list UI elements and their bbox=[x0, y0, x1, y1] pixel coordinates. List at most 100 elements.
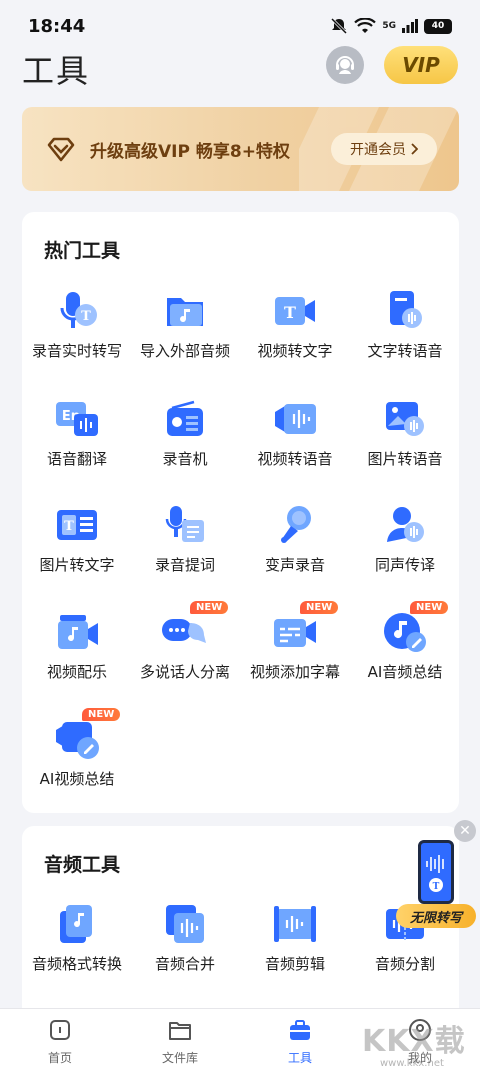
tool-teleprompter[interactable]: 录音提词 bbox=[130, 502, 240, 575]
speaker-separation-icon bbox=[162, 619, 206, 643]
format-convert-icon bbox=[60, 905, 92, 943]
wifi-icon bbox=[354, 18, 377, 33]
vip-banner-text: 升级高级VIP 畅享8+特权 bbox=[90, 142, 290, 162]
svg-text:T: T bbox=[81, 309, 91, 324]
tab-files[interactable]: 文件库 bbox=[140, 1017, 220, 1066]
mute-icon bbox=[331, 17, 348, 35]
tool-label: 同声传译 bbox=[374, 556, 435, 574]
transcribe-icon: T bbox=[426, 855, 444, 892]
profile-icon bbox=[409, 1019, 431, 1041]
open-membership-button[interactable]: 开通会员 bbox=[331, 133, 437, 165]
signal-icon bbox=[402, 19, 418, 33]
tool-label: 视频转语音 bbox=[257, 450, 333, 468]
folder-icon bbox=[169, 1022, 191, 1040]
tool-ai-video-summary[interactable]: NEW AI视频总结 bbox=[22, 708, 132, 789]
tool-interpretation[interactable]: 同声传译 bbox=[350, 502, 460, 575]
tool-label: 音频格式转换 bbox=[31, 955, 122, 973]
new-badge: NEW bbox=[190, 601, 229, 614]
tool-import-audio[interactable]: 导入外部音频 bbox=[130, 288, 240, 361]
phone-illustration: T bbox=[418, 840, 454, 904]
tool-label: 多说话人分离 bbox=[139, 663, 230, 681]
tool-label: 音频剪辑 bbox=[264, 955, 325, 973]
tool-label: 语音翻译 bbox=[46, 450, 107, 468]
tab-profile[interactable]: 我的 bbox=[380, 1017, 460, 1066]
unlimited-transcribe-label: 无限转写 bbox=[396, 904, 476, 928]
tool-label: 视频转文字 bbox=[257, 342, 333, 360]
svg-text:T: T bbox=[64, 519, 74, 534]
teleprompter-icon bbox=[165, 506, 204, 542]
tool-image-to-text[interactable]: T 图片转文字 bbox=[22, 502, 132, 575]
tool-label: 导入外部音频 bbox=[139, 342, 230, 360]
tool-label: 视频配乐 bbox=[46, 663, 107, 681]
tool-recorder[interactable]: 录音机 bbox=[130, 396, 240, 469]
vip-label: VIP bbox=[402, 53, 440, 77]
translate-icon: En bbox=[56, 402, 98, 436]
toolbox-icon bbox=[290, 1020, 310, 1040]
recorder-icon bbox=[167, 400, 203, 436]
tool-label: AI音频总结 bbox=[367, 663, 443, 681]
video-subtitle-icon bbox=[274, 619, 316, 647]
audio-tools-title: 音频工具 bbox=[44, 854, 121, 876]
tool-audio-merge[interactable]: 音频合并 bbox=[130, 901, 240, 974]
tool-video-music[interactable]: 视频配乐 bbox=[22, 609, 132, 682]
vip-banner[interactable]: 升级高级VIP 畅享8+特权 开通会员 bbox=[22, 107, 459, 191]
tool-image-to-speech[interactable]: 图片转语音 bbox=[350, 396, 460, 469]
home-icon bbox=[50, 1020, 70, 1040]
hot-tools-title: 热门工具 bbox=[44, 240, 121, 262]
battery-icon: 40 bbox=[424, 18, 452, 34]
tab-label: 文件库 bbox=[161, 1051, 198, 1065]
tool-label: 录音机 bbox=[162, 450, 208, 468]
chevron-right-icon bbox=[411, 143, 418, 155]
tool-label: 文字转语音 bbox=[367, 342, 443, 360]
hot-tools-card: 热门工具 T 录音实时转写 导入外部音频 T 视频转文字 文字转语音 En 语音… bbox=[22, 212, 459, 813]
tool-realtime-transcribe[interactable]: T 录音实时转写 bbox=[22, 288, 132, 361]
tool-ai-audio-summary[interactable]: NEW AI音频总结 bbox=[350, 601, 460, 682]
tool-format-convert[interactable]: 音频格式转换 bbox=[22, 901, 132, 974]
tool-audio-cut[interactable]: 音频剪辑 bbox=[240, 901, 350, 974]
headset-icon bbox=[336, 56, 354, 74]
svg-text:T: T bbox=[433, 882, 440, 892]
tool-label: 音频合并 bbox=[154, 955, 215, 973]
video-music-icon bbox=[58, 615, 98, 649]
mic-transcribe-icon: T bbox=[60, 292, 97, 328]
tool-label: 录音实时转写 bbox=[31, 342, 122, 360]
tool-video-to-text[interactable]: T 视频转文字 bbox=[240, 288, 350, 361]
tool-label: AI视频总结 bbox=[39, 770, 115, 788]
tool-speaker-separation[interactable]: NEW 多说话人分离 bbox=[130, 601, 240, 682]
status-time: 18:44 bbox=[28, 16, 86, 37]
new-badge: NEW bbox=[300, 601, 339, 614]
customer-service-button[interactable] bbox=[326, 46, 364, 84]
tool-label: 录音提词 bbox=[154, 556, 215, 574]
open-membership-label: 开通会员 bbox=[350, 142, 406, 158]
audio-tools-card: 音频工具 音频格式转换 音频合并 音频剪辑 音频分割 bbox=[22, 826, 459, 1026]
vip-button[interactable]: VIP bbox=[384, 46, 458, 84]
tab-label: 首页 bbox=[47, 1051, 72, 1065]
tool-video-subtitle[interactable]: NEW 视频添加字幕 bbox=[240, 601, 350, 682]
signal-label: 5G bbox=[382, 21, 396, 31]
tool-label: 音频分割 bbox=[374, 955, 435, 973]
new-badge: NEW bbox=[410, 601, 449, 614]
image-speech-icon bbox=[386, 402, 424, 436]
tab-tools[interactable]: 工具 bbox=[260, 1017, 340, 1066]
audio-cut-icon bbox=[274, 906, 316, 942]
close-icon[interactable]: ✕ bbox=[454, 820, 476, 842]
tool-label: 图片转文字 bbox=[39, 556, 115, 574]
tool-video-to-audio[interactable]: 视频转语音 bbox=[240, 396, 350, 469]
tool-text-to-speech[interactable]: 文字转语音 bbox=[350, 288, 460, 361]
tab-home[interactable]: 首页 bbox=[20, 1017, 100, 1066]
tool-label: 图片转语音 bbox=[367, 450, 443, 468]
new-badge: NEW bbox=[82, 708, 121, 721]
image-text-icon: T bbox=[57, 510, 97, 540]
tool-voice-changer[interactable]: 变声录音 bbox=[240, 502, 350, 575]
svg-text:T: T bbox=[284, 303, 296, 322]
voice-changer-icon bbox=[281, 506, 311, 543]
tool-label: 变声录音 bbox=[264, 556, 325, 574]
ai-audio-summary-icon bbox=[384, 613, 426, 652]
tool-voice-translate[interactable]: En 语音翻译 bbox=[22, 396, 132, 469]
doc-speech-icon bbox=[390, 291, 422, 328]
floating-promo[interactable]: ✕ T 无限转写 bbox=[396, 820, 480, 932]
page-title: 工具 bbox=[22, 52, 91, 90]
bottom-tab-bar: 首页 文件库 工具 我的 bbox=[0, 1008, 480, 1072]
status-bar: 18:44 5G 40 bbox=[0, 0, 480, 44]
tab-label: 我的 bbox=[407, 1051, 432, 1065]
